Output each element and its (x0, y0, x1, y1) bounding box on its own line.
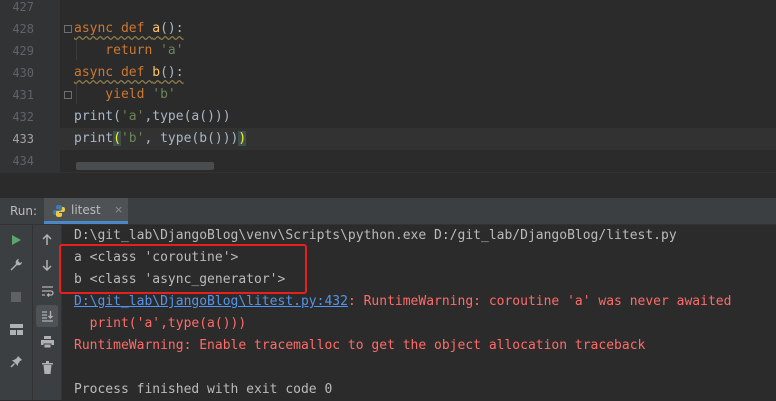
code-line-433[interactable]: print('b', type(b()))) (74, 128, 247, 150)
line-number-gutter[interactable]: 427 428 429 430 431 432 433 434 (0, 0, 60, 172)
panel-splitter[interactable] (0, 172, 776, 197)
code-token: (): (160, 21, 184, 36)
code-line-428[interactable]: async def a(): (74, 18, 184, 40)
code-token: 'b' (120, 131, 145, 146)
python-icon (52, 204, 66, 218)
code-token: 'a' (120, 109, 145, 124)
trash-icon[interactable] (36, 356, 58, 378)
rerun-icon[interactable] (5, 229, 27, 251)
line-number: 428 (12, 22, 34, 36)
fold-marker-icon[interactable] (64, 25, 72, 33)
run-toolbar (0, 225, 33, 400)
console-warning-source: print('a',type(a())) (74, 316, 247, 331)
code-token: async def (74, 65, 153, 80)
code-editor[interactable]: 427 428 429 430 431 432 433 434 async de… (0, 0, 776, 172)
code-token: print( (74, 109, 121, 124)
pin-icon[interactable] (5, 350, 27, 372)
tab-litest[interactable]: litest × (44, 198, 128, 224)
line-number: 427 (12, 0, 34, 14)
annotation-highlight-box (59, 244, 307, 294)
console-tracemalloc-warning: RuntimeWarning: Enable tracemalloc to ge… (74, 338, 646, 353)
run-label: Run: (10, 204, 38, 218)
down-arrow-icon[interactable] (36, 254, 58, 276)
matched-bracket: ) (238, 131, 247, 146)
code-line-432[interactable]: print('a',type(a())) (74, 106, 231, 128)
code-token: , type(b())) (144, 131, 239, 146)
code-line-429[interactable]: return 'a' (74, 40, 184, 62)
console-warning-line: D:\git_lab\DjangoBlog\litest.py:432: Run… (74, 291, 731, 313)
code-token: return (74, 43, 161, 58)
console-output[interactable]: D:\git_lab\DjangoBlog\venv\Scripts\pytho… (59, 225, 776, 400)
code-token: a (152, 21, 161, 36)
line-number: 432 (12, 110, 34, 124)
code-token: (): (160, 65, 184, 80)
code-line-430[interactable]: async def b(): (74, 62, 184, 84)
tab-label: litest (71, 203, 101, 217)
source-link[interactable]: D:\git_lab\DjangoBlog\litest.py:432 (74, 294, 348, 309)
run-tool-window-header: Run: litest × (0, 198, 776, 225)
code-token: b (152, 65, 161, 80)
code-token: yield (74, 87, 153, 102)
code-token: async def (74, 21, 153, 36)
up-arrow-icon[interactable] (36, 229, 58, 251)
close-icon[interactable]: × (114, 198, 123, 222)
line-number-current: 433 (12, 132, 34, 146)
line-number: 430 (12, 66, 34, 80)
console-toolbar (33, 225, 62, 400)
line-number: 431 (12, 88, 34, 102)
code-token: 'a' (160, 43, 184, 58)
matched-bracket: ( (113, 131, 121, 146)
code-token: 'b' (152, 87, 176, 102)
horizontal-scrollbar[interactable] (76, 162, 214, 170)
line-number: 434 (12, 154, 34, 168)
wrench-icon[interactable] (5, 254, 27, 276)
code-token: print (74, 131, 114, 146)
print-icon[interactable] (36, 331, 58, 353)
code-token: ,type(a())) (144, 109, 231, 124)
soft-wrap-icon[interactable] (36, 280, 58, 302)
scroll-to-end-icon[interactable] (36, 305, 58, 327)
fold-marker-icon[interactable] (64, 91, 72, 99)
console-exit-line: Process finished with exit code 0 (74, 382, 333, 397)
line-number: 429 (12, 44, 34, 58)
stop-icon[interactable] (5, 286, 27, 308)
code-line-431[interactable]: yield 'b' (74, 84, 176, 106)
layout-icon[interactable] (5, 318, 27, 340)
warning-text: : RuntimeWarning: coroutine 'a' was neve… (347, 294, 732, 309)
